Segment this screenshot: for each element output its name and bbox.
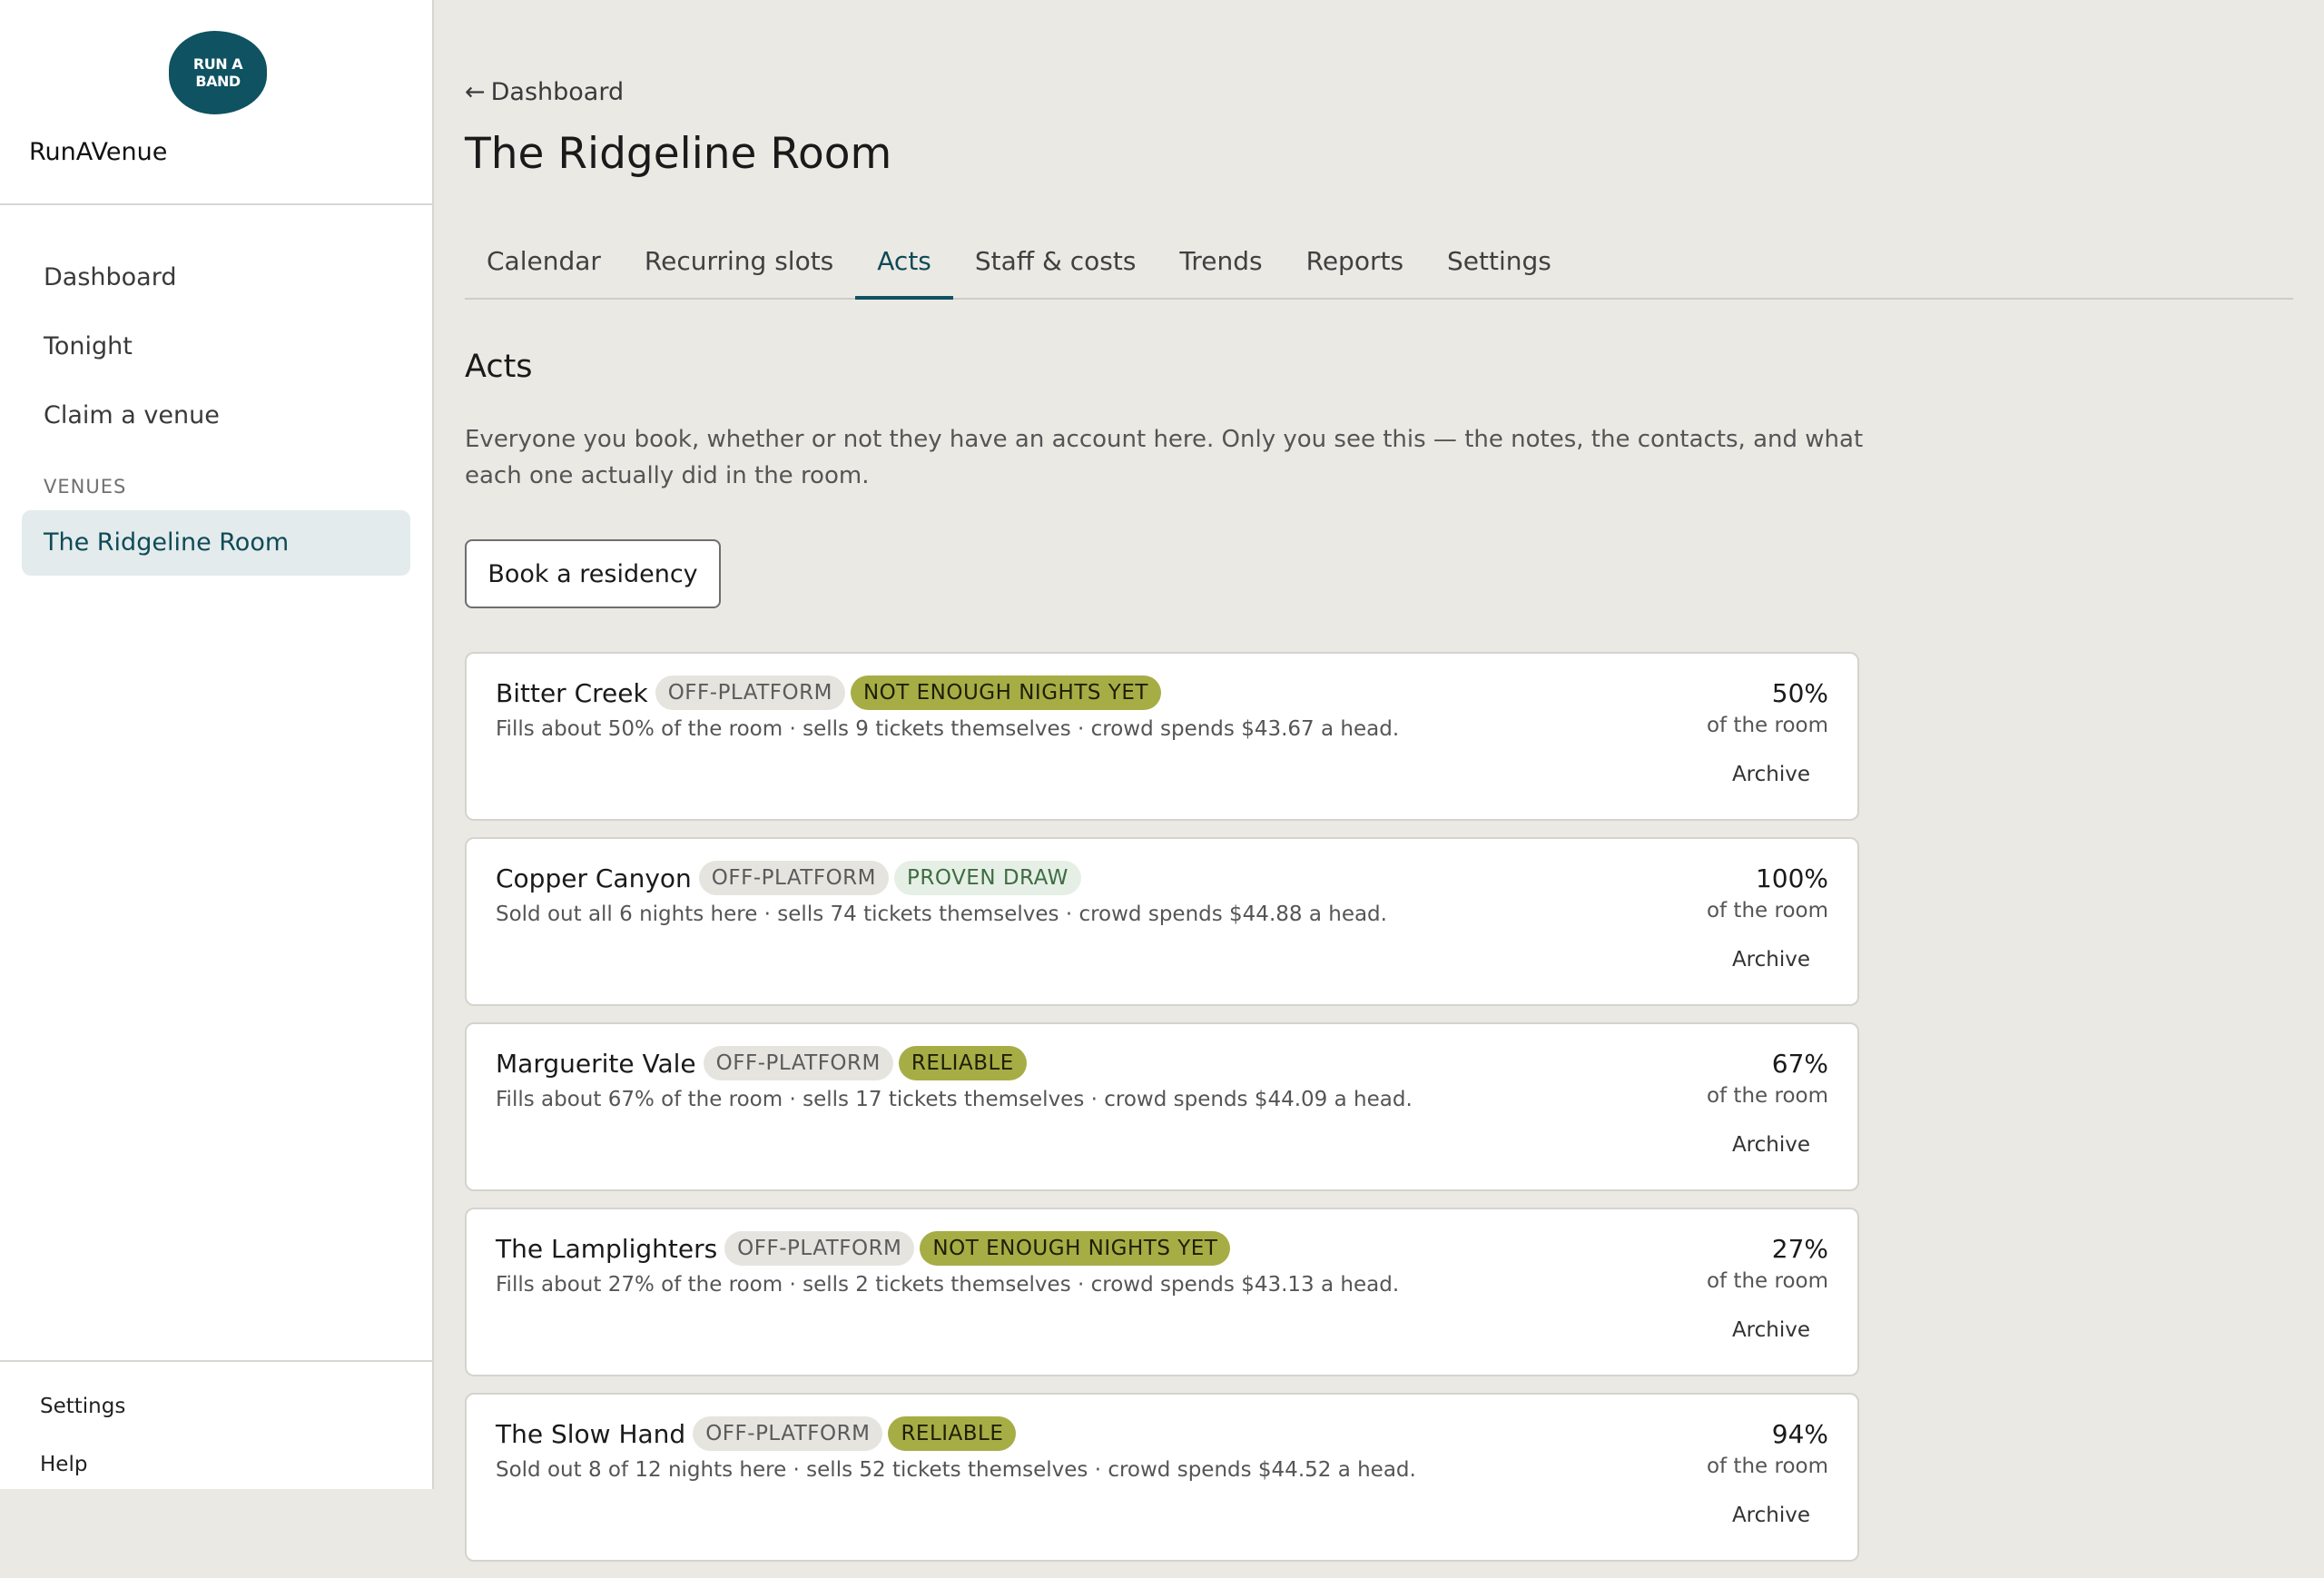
arrow-left-icon: ← [465, 78, 486, 106]
act-header: Marguerite Vale OFF-PLATFORM RELIABLE [496, 1046, 1032, 1080]
act-header: Copper Canyon OFF-PLATFORM PROVEN DRAW [496, 861, 1087, 895]
act-name[interactable]: The Slow Hand [496, 1419, 685, 1449]
act-card: The Slow Hand OFF-PLATFORM RELIABLE Sold… [465, 1393, 1859, 1562]
sidebar-item-ridgeline-room[interactable]: The Ridgeline Room [22, 510, 410, 576]
act-fill-stat: 50% of the room [1707, 676, 1828, 739]
act-header: Bitter Creek OFF-PLATFORM NOT ENOUGH NIG… [496, 676, 1167, 710]
section-title: Acts [465, 349, 533, 385]
tab-staff-costs[interactable]: Staff & costs [953, 234, 1158, 298]
act-summary: Sold out all 6 nights here · sells 74 ti… [496, 902, 1387, 926]
archive-button[interactable]: Archive [1714, 757, 1828, 792]
brand-name: RunAVenue [29, 138, 168, 166]
status-badge: RELIABLE [888, 1416, 1017, 1451]
book-residency-button[interactable]: Book a residency [465, 539, 721, 608]
off-platform-badge: OFF-PLATFORM [724, 1231, 915, 1266]
tab-recurring-slots[interactable]: Recurring slots [623, 234, 855, 298]
act-card: Copper Canyon OFF-PLATFORM PROVEN DRAW S… [465, 837, 1859, 1006]
archive-button[interactable]: Archive [1714, 1128, 1828, 1162]
fill-label: of the room [1706, 899, 1828, 922]
sidebar-nav: Dashboard Tonight Claim a venue VENUES T… [0, 205, 432, 576]
fill-percent: 50% [1771, 678, 1828, 708]
fill-percent: 100% [1755, 863, 1828, 893]
sidebar-item-tonight[interactable]: Tonight [22, 314, 410, 380]
archive-button[interactable]: Archive [1714, 1313, 1828, 1347]
app-shell: RUN A BAND RunAVenue Dashboard Tonight C… [0, 0, 2324, 1562]
fill-label: of the room [1706, 714, 1828, 737]
archive-button[interactable]: Archive [1714, 942, 1828, 977]
sidebar-footer: Settings Help [0, 1360, 432, 1489]
act-card: Marguerite Vale OFF-PLATFORM RELIABLE Fi… [465, 1022, 1859, 1191]
sidebar-item-dashboard[interactable]: Dashboard [22, 245, 410, 311]
venue-tabs: Calendar Recurring slots Acts Staff & co… [465, 234, 2293, 300]
fill-label: of the room [1706, 1084, 1828, 1108]
sidebar-item-claim-venue[interactable]: Claim a venue [22, 383, 410, 449]
act-name[interactable]: Marguerite Vale [496, 1049, 696, 1079]
act-summary: Fills about 67% of the room · sells 17 t… [496, 1088, 1413, 1111]
status-badge: NOT ENOUGH NIGHTS YET [920, 1231, 1231, 1266]
act-name[interactable]: Copper Canyon [496, 863, 692, 893]
off-platform-badge: OFF-PLATFORM [655, 676, 845, 710]
tab-settings[interactable]: Settings [1425, 234, 1573, 298]
tab-acts[interactable]: Acts [855, 234, 953, 300]
main-content: ← Dashboard The Ridgeline Room Calendar R… [434, 0, 2324, 1562]
acts-list: Bitter Creek OFF-PLATFORM NOT ENOUGH NIG… [465, 652, 1859, 1578]
brand: RUN A BAND RunAVenue [0, 0, 432, 205]
act-card: The Lamplighters OFF-PLATFORM NOT ENOUGH… [465, 1208, 1859, 1376]
status-badge: NOT ENOUGH NIGHTS YET [850, 676, 1161, 710]
fill-percent: 27% [1771, 1234, 1828, 1264]
sidebar-section-venues: VENUES [44, 476, 127, 498]
status-badge: RELIABLE [898, 1046, 1027, 1080]
fill-label: of the room [1706, 1455, 1828, 1478]
archive-button[interactable]: Archive [1714, 1498, 1828, 1533]
act-card: Bitter Creek OFF-PLATFORM NOT ENOUGH NIG… [465, 652, 1859, 821]
fill-percent: 94% [1771, 1419, 1828, 1449]
status-badge: PROVEN DRAW [894, 861, 1081, 895]
act-fill-stat: 94% of the room [1707, 1416, 1828, 1480]
act-fill-stat: 27% of the room [1707, 1231, 1828, 1295]
page-title: The Ridgeline Room [465, 129, 892, 179]
section-description: Everyone you book, whether or not they h… [465, 426, 1864, 489]
sidebar: RUN A BAND RunAVenue Dashboard Tonight C… [0, 0, 434, 1489]
tab-trends[interactable]: Trends [1157, 234, 1284, 298]
act-name[interactable]: The Lamplighters [496, 1234, 717, 1264]
tab-reports[interactable]: Reports [1285, 234, 1425, 298]
act-summary: Fills about 50% of the room · sells 9 ti… [496, 717, 1400, 741]
act-header: The Slow Hand OFF-PLATFORM RELIABLE [496, 1416, 1021, 1451]
act-summary: Fills about 27% of the room · sells 2 ti… [496, 1273, 1400, 1297]
back-label: Dashboard [490, 78, 625, 106]
act-header: The Lamplighters OFF-PLATFORM NOT ENOUGH… [496, 1231, 1236, 1266]
off-platform-badge: OFF-PLATFORM [693, 1416, 883, 1451]
run-a-band-logo[interactable]: RUN A BAND [169, 31, 267, 114]
back-to-dashboard-link[interactable]: ← Dashboard [465, 78, 624, 106]
fill-label: of the room [1706, 1269, 1828, 1293]
act-summary: Sold out 8 of 12 nights here · sells 52 … [496, 1458, 1416, 1482]
sidebar-help-link[interactable]: Help [40, 1453, 87, 1476]
sidebar-settings-link[interactable]: Settings [40, 1395, 125, 1418]
off-platform-badge: OFF-PLATFORM [698, 861, 890, 895]
tab-calendar[interactable]: Calendar [465, 234, 623, 298]
fill-percent: 67% [1771, 1049, 1828, 1079]
act-fill-stat: 67% of the room [1707, 1046, 1828, 1110]
act-fill-stat: 100% of the room [1707, 861, 1828, 924]
act-name[interactable]: Bitter Creek [496, 678, 648, 708]
off-platform-badge: OFF-PLATFORM [703, 1046, 893, 1080]
